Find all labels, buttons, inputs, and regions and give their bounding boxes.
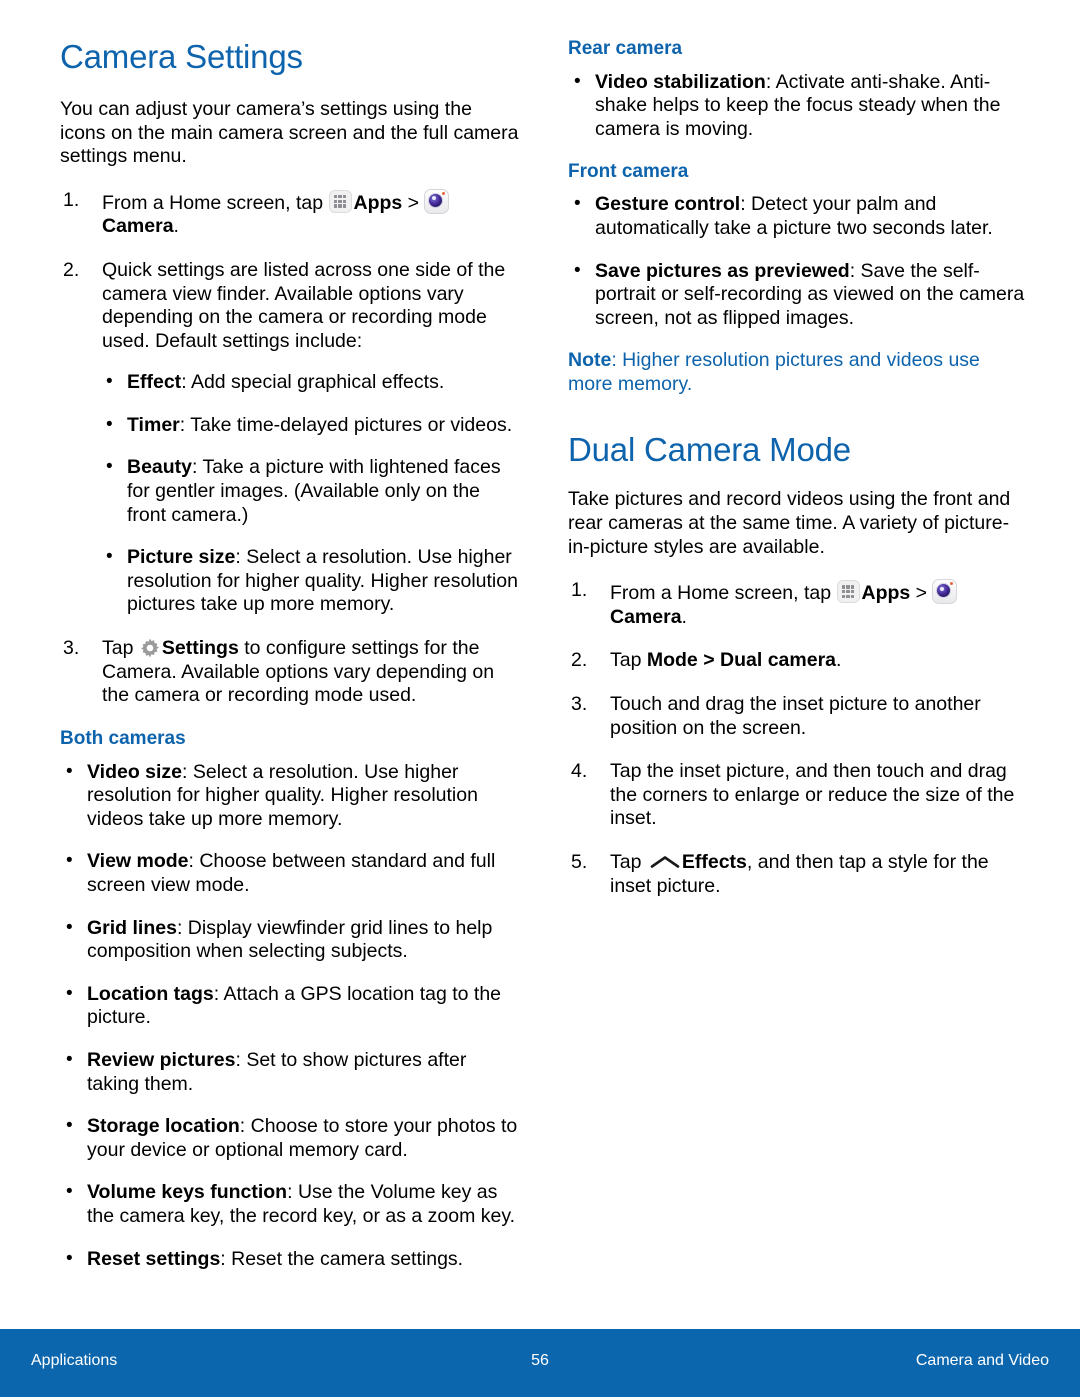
step-number: 1. <box>63 188 80 211</box>
rear-camera-list: Video stabilization: Activate anti-shake… <box>568 70 1028 142</box>
step-text-pre: Tap <box>610 649 647 672</box>
apps-icon <box>836 580 860 604</box>
step-item: 1. From a Home screen, tap Apps > Camera. <box>60 188 520 239</box>
note-callout: Note: Higher resolution pictures and vid… <box>568 349 1028 396</box>
list-item: View mode: Choose between standard and f… <box>60 849 520 897</box>
step-number: 5. <box>571 851 588 873</box>
list-item-lead: Gesture control <box>595 193 741 216</box>
rear-camera-heading: Rear camera <box>568 38 683 59</box>
step-text-pre: From a Home screen, tap <box>610 582 837 605</box>
list-item: Grid lines: Display viewfinder grid line… <box>60 916 520 964</box>
camera-settings-steps: 1. From a Home screen, tap Apps > Camera.… <box>60 188 520 708</box>
list-item-lead: Beauty <box>127 456 193 479</box>
list-item-lead: Review pictures <box>87 1048 236 1071</box>
list-item: Storage location: Choose to store your p… <box>60 1114 520 1162</box>
front-camera-list: Gesture control: Detect your palm and au… <box>568 192 1028 331</box>
step-item: 3. Tap Settings to configure settings for… <box>60 637 520 708</box>
step-item: 2. Quick settings are listed across one s… <box>60 259 520 617</box>
step-item: 1. From a Home screen, tap Apps > Camera. <box>568 579 1028 629</box>
list-item: Effect: Add special graphical effects. <box>102 370 520 395</box>
effects-label: Effects <box>681 851 747 873</box>
intro-paragraph: You can adjust your camera’s settings us… <box>60 97 519 168</box>
camera-icon <box>424 188 450 214</box>
list-item: Review pictures: Set to show pictures af… <box>60 1048 520 1096</box>
list-item-lead: View mode <box>87 850 189 873</box>
footer-right-label: Camera and Video <box>915 1352 1049 1369</box>
camera-label: Camera <box>102 215 174 238</box>
both-cameras-list: Video size: Select a resolution. Use hig… <box>60 760 520 1272</box>
list-item-lead: Save pictures as previewed <box>595 259 850 282</box>
step-number: 2. <box>63 258 80 281</box>
page-footer: Applications 56 Camera and Video <box>0 1329 1080 1397</box>
front-camera-heading: Front camera <box>568 160 689 182</box>
list-item-lead: Volume keys function <box>87 1181 288 1204</box>
step-number: 2. <box>571 649 588 672</box>
list-item-lead: Video size <box>87 760 183 783</box>
step-item: 3. Touch and drag the inset picture to an… <box>568 693 1028 740</box>
dual-camera-label: Dual camera <box>720 649 836 672</box>
step-item: 5. Tap Effects, and then tap a style for … <box>568 851 1028 898</box>
step-text-post: . <box>836 649 842 672</box>
manual-page: Camera Settings You can adjust your came… <box>0 0 1080 1397</box>
list-item: Save pictures as previewed: Save the sel… <box>568 259 1028 331</box>
step-text: Tap the inset picture, and then touch an… <box>610 760 1015 830</box>
step-text-post: . <box>173 215 179 238</box>
list-item-lead: Timer <box>127 413 180 436</box>
list-item: Reset settings: Reset the camera setting… <box>60 1247 520 1272</box>
step-number: 1. <box>571 579 588 602</box>
list-item-text: : Add special graphical effects. <box>181 371 445 394</box>
effects-icon <box>650 855 680 869</box>
list-item-lead: Storage location <box>87 1115 240 1138</box>
step-separator: > <box>402 191 425 214</box>
list-item: Beauty: Take a picture with lightened fa… <box>102 455 520 527</box>
camera-icon <box>932 579 958 605</box>
list-item: Location tags: Attach a GPS location tag… <box>60 982 520 1030</box>
mode-label: Mode <box>646 649 698 672</box>
list-item-text: : Reset the camera settings. <box>220 1247 464 1270</box>
dual-camera-mode-title: Dual Camera Mode <box>568 430 851 468</box>
dual-camera-intro: Take pictures and record videos using th… <box>568 488 1011 558</box>
left-column: Camera Settings You can adjust your came… <box>60 38 520 1290</box>
step-number: 3. <box>63 637 80 660</box>
settings-label: Settings <box>161 637 239 660</box>
camera-label: Camera <box>610 605 682 628</box>
step-text-pre: From a Home screen, tap <box>102 191 329 214</box>
list-item: Video size: Select a resolution. Use hig… <box>60 760 520 832</box>
step-number: 3. <box>571 693 588 716</box>
list-item: Gesture control: Detect your palm and au… <box>568 192 1028 240</box>
apps-label: Apps <box>861 582 911 605</box>
right-column: Rear camera Video stabilization: Activat… <box>568 38 1028 918</box>
step-text: Touch and drag the inset picture to anot… <box>610 693 981 739</box>
list-item: Volume keys function: Use the Volume key… <box>60 1180 520 1228</box>
gear-icon <box>139 637 161 659</box>
list-item: Picture size: Select a resolution. Use h… <box>102 545 520 617</box>
step-number: 4. <box>571 760 588 783</box>
step-item: 4. Tap the inset picture, and then touch … <box>568 760 1028 831</box>
apps-label: Apps <box>353 191 403 214</box>
list-item: Video stabilization: Activate anti-shake… <box>568 70 1028 142</box>
step-text: Quick settings are listed across one sid… <box>102 258 506 352</box>
apps-icon <box>328 189 352 213</box>
step-text-pre: Tap <box>102 637 139 660</box>
step-text-pre: Tap <box>610 851 647 873</box>
note-lead: Note <box>568 349 612 372</box>
list-item-lead: Effect <box>127 371 182 394</box>
list-item-text: : Take time-delayed pictures or videos. <box>179 413 513 436</box>
note-text: : Higher resolution pictures and videos … <box>568 349 980 395</box>
both-cameras-heading: Both cameras <box>60 727 186 749</box>
step-item: 2. Tap Mode > Dual camera. <box>568 649 1028 673</box>
page-title: Camera Settings <box>60 38 303 75</box>
step-text-post: . <box>681 605 687 628</box>
dual-camera-steps: 1. From a Home screen, tap Apps > Camera.… <box>568 579 1028 898</box>
list-item-lead: Grid lines <box>87 916 177 939</box>
step-separator: > <box>697 649 721 672</box>
list-item-lead: Reset settings <box>87 1247 221 1270</box>
list-item-lead: Picture size <box>127 546 236 569</box>
list-item-lead: Video stabilization <box>595 70 766 93</box>
list-item: Timer: Take time-delayed pictures or vid… <box>102 413 520 438</box>
default-settings-list: Effect: Add special graphical effects. T… <box>102 370 520 617</box>
step-separator: > <box>910 582 933 605</box>
list-item-lead: Location tags <box>87 982 214 1005</box>
